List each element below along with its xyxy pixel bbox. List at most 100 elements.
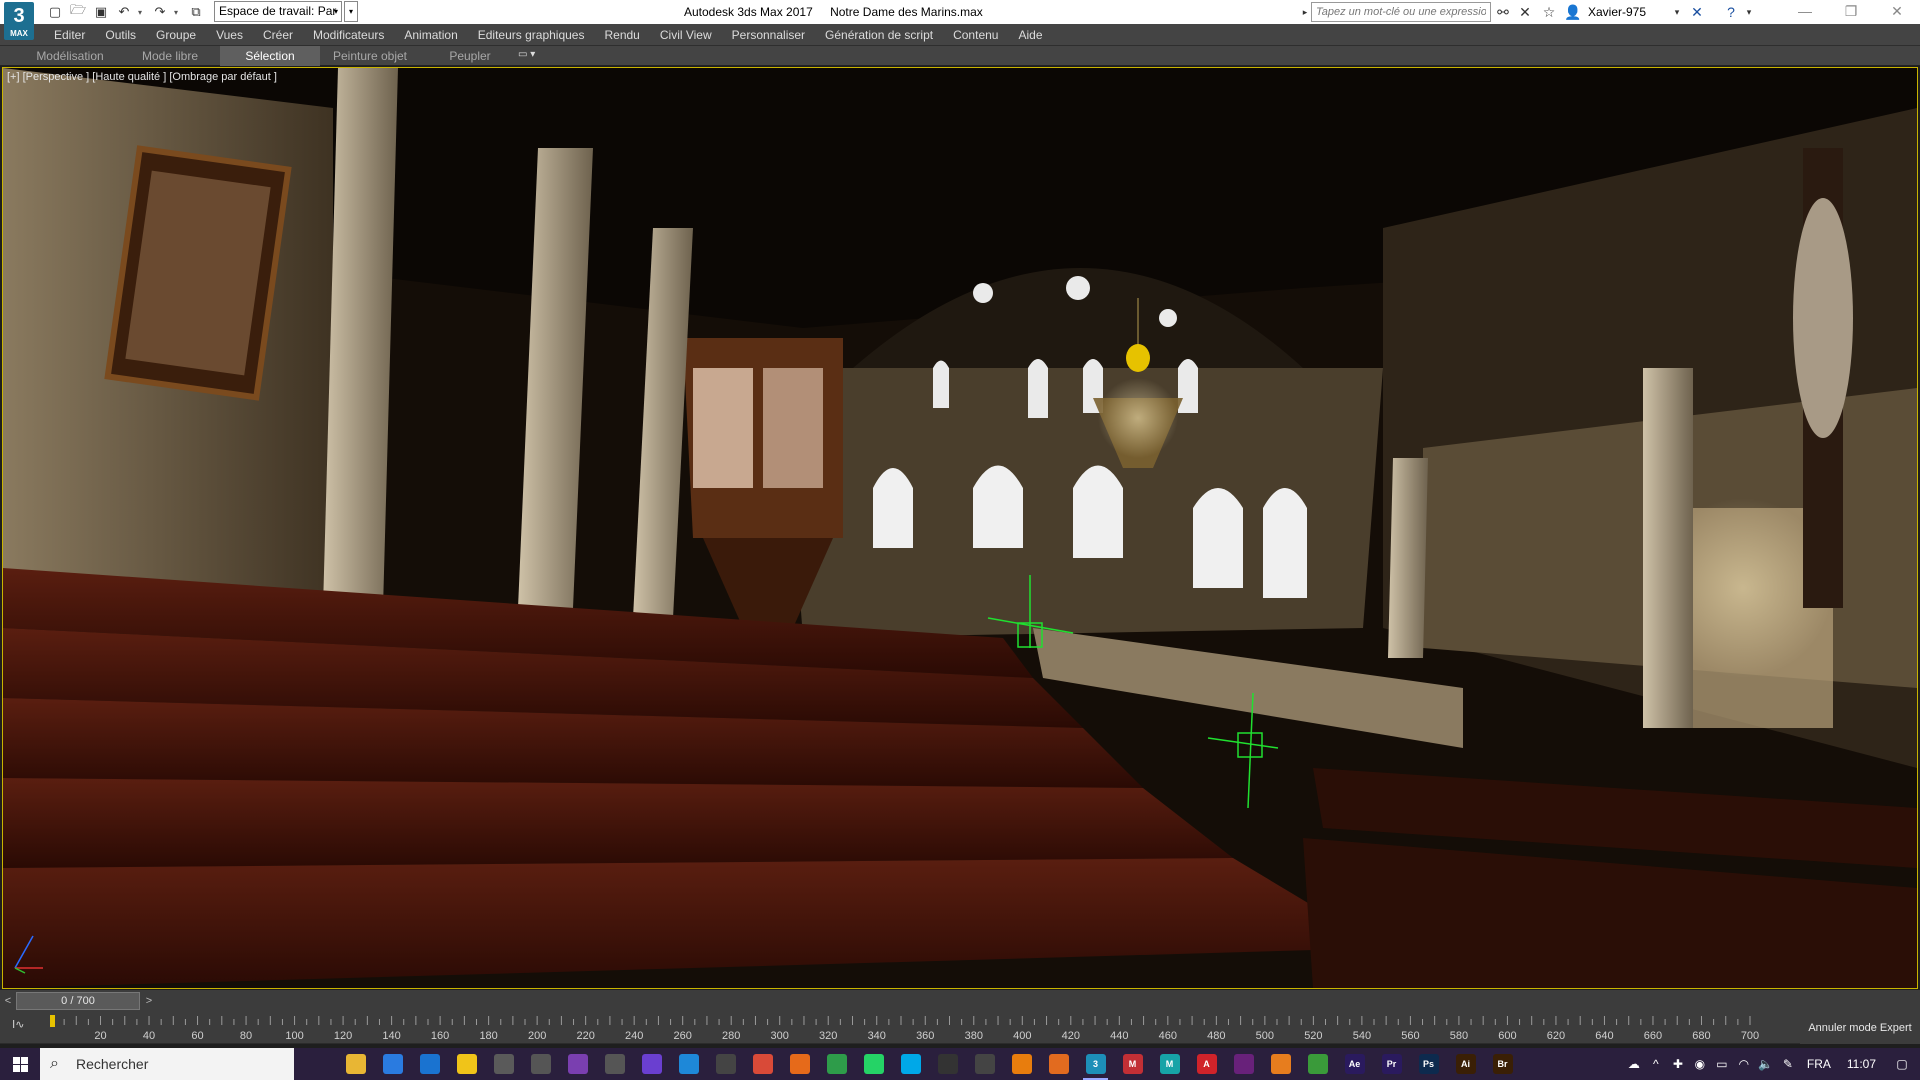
taskbar-app[interactable]: M <box>1114 1048 1151 1080</box>
tools-icon[interactable]: ✕ <box>1516 3 1534 21</box>
exchange-icon[interactable]: ✕ <box>1688 3 1706 21</box>
cancel-expert-mode-button[interactable]: Annuler mode Expert <box>1800 1012 1920 1044</box>
show-hidden-icons-icon[interactable]: ^ <box>1645 1057 1667 1071</box>
taskbar-app[interactable] <box>522 1048 559 1080</box>
taskbar-app[interactable]: Pr <box>1373 1048 1410 1080</box>
undo-icon[interactable]: ↶ <box>115 3 133 21</box>
language-indicator[interactable]: FRA <box>1799 1057 1839 1071</box>
help-dropdown-icon[interactable]: ▾ <box>1740 3 1758 21</box>
tab-mode-libre[interactable]: Mode libre <box>120 46 220 66</box>
user-dropdown-icon[interactable]: ▾ <box>1668 3 1686 21</box>
volume-icon[interactable]: 🔈 <box>1755 1057 1777 1071</box>
wifi-icon[interactable]: ◠ <box>1733 1057 1755 1071</box>
weather-icon[interactable]: ☁ <box>1623 1057 1645 1071</box>
menu-outils[interactable]: Outils <box>95 24 146 46</box>
help-icon[interactable]: ? <box>1722 3 1740 21</box>
taskbar-app[interactable] <box>633 1048 670 1080</box>
taskbar-app[interactable]: 3 <box>1077 1048 1114 1080</box>
taskbar-app[interactable] <box>929 1048 966 1080</box>
taskbar-app[interactable] <box>670 1048 707 1080</box>
taskbar-app[interactable] <box>707 1048 744 1080</box>
project-icon[interactable]: ⧉ <box>187 3 205 21</box>
taskbar-app[interactable]: Ai <box>1447 1048 1484 1080</box>
taskbar-search[interactable]: ⌕ Rechercher <box>40 1048 294 1080</box>
taskbar-app[interactable]: Br <box>1484 1048 1521 1080</box>
redo-dropdown-icon[interactable]: ▾ <box>174 8 182 17</box>
menu-aide[interactable]: Aide <box>1008 24 1052 46</box>
network-app-icon[interactable]: ✚ <box>1667 1057 1689 1071</box>
menu-rendu[interactable]: Rendu <box>594 24 649 46</box>
taskbar-app[interactable] <box>855 1048 892 1080</box>
toolbar-options-icon[interactable]: ▾ <box>344 1 358 22</box>
time-slider[interactable]: < 0 / 700 > <box>0 990 1920 1012</box>
track-bar[interactable]: Ⅰ∿ 20 40 60 80 100 120 140 160 180 200 220 240 260 28… <box>0 1012 1920 1044</box>
app-menu-button[interactable]: 3 MAX <box>4 2 34 40</box>
taskbar-app[interactable]: Ps <box>1410 1048 1447 1080</box>
perspective-viewport[interactable]: [+] [Perspective ] [Haute qualité ] [Omb… <box>2 67 1918 989</box>
save-icon[interactable]: ▣ <box>92 3 110 21</box>
redo-icon[interactable]: ↷ <box>151 3 169 21</box>
minimize-icon[interactable]: — <box>1782 0 1828 24</box>
search-input[interactable] <box>1311 2 1491 22</box>
current-frame-marker[interactable] <box>50 1015 55 1027</box>
taskbar-app[interactable]: Ae <box>1336 1048 1373 1080</box>
menu-personnaliser[interactable]: Personnaliser <box>722 24 815 46</box>
undo-dropdown-icon[interactable]: ▾ <box>138 8 146 17</box>
next-frame-icon[interactable]: > <box>142 993 156 1009</box>
taskbar-app[interactable] <box>337 1048 374 1080</box>
menu-modificateurs[interactable]: Modificateurs <box>303 24 394 46</box>
menu-vues[interactable]: Vues <box>206 24 253 46</box>
menu-editer[interactable]: Editer <box>44 24 95 46</box>
taskbar-app[interactable] <box>1262 1048 1299 1080</box>
tab-modelisation[interactable]: Modélisation <box>20 46 120 66</box>
restore-icon[interactable]: ❐ <box>1828 0 1874 24</box>
taskbar-app[interactable] <box>1040 1048 1077 1080</box>
user-name[interactable]: Xavier-975 <box>1588 5 1646 19</box>
taskbar-app[interactable] <box>892 1048 929 1080</box>
taskbar-app[interactable] <box>966 1048 1003 1080</box>
workspace-select[interactable]: Espace de travail: Par ▾ <box>214 1 342 22</box>
binoculars-icon[interactable]: ⚯ <box>1494 3 1512 21</box>
taskbar-app[interactable] <box>1299 1048 1336 1080</box>
taskbar-app[interactable] <box>448 1048 485 1080</box>
taskbar-app[interactable] <box>559 1048 596 1080</box>
new-file-icon[interactable]: ▢ <box>46 3 64 21</box>
taskbar-app[interactable] <box>744 1048 781 1080</box>
tab-peupler[interactable]: Peupler <box>420 46 520 66</box>
viewport-label[interactable]: [+] [Perspective ] [Haute qualité ] [Omb… <box>7 71 277 83</box>
tab-selection[interactable]: Sélection <box>220 46 320 66</box>
menu-civil-view[interactable]: Civil View <box>650 24 722 46</box>
taskbar-app[interactable] <box>300 1048 337 1080</box>
open-folder-icon[interactable]: 🗁 <box>69 2 87 21</box>
ribbon-options-icon[interactable]: ▭ ▾ <box>518 49 535 60</box>
menu-creer[interactable]: Créer <box>253 24 303 46</box>
menu-animation[interactable]: Animation <box>394 24 467 46</box>
taskbar-app[interactable] <box>596 1048 633 1080</box>
favorites-star-icon[interactable]: ☆ <box>1540 3 1558 21</box>
menu-groupe[interactable]: Groupe <box>146 24 206 46</box>
taskbar-app[interactable] <box>411 1048 448 1080</box>
security-icon[interactable]: ◉ <box>1689 1057 1711 1071</box>
menu-editeurs-graphiques[interactable]: Editeurs graphiques <box>468 24 595 46</box>
taskbar-app[interactable] <box>818 1048 855 1080</box>
time-slider-thumb[interactable]: 0 / 700 <box>16 992 140 1010</box>
start-button[interactable] <box>0 1048 40 1080</box>
pen-icon[interactable]: ✎ <box>1777 1057 1799 1071</box>
taskbar-app[interactable] <box>1003 1048 1040 1080</box>
menu-generation-script[interactable]: Génération de script <box>815 24 943 46</box>
taskbar-app[interactable] <box>485 1048 522 1080</box>
menu-contenu[interactable]: Contenu <box>943 24 1008 46</box>
previous-frame-icon[interactable]: < <box>1 993 15 1009</box>
notifications-icon[interactable]: ▢ <box>1884 1057 1920 1071</box>
tab-peinture-objet[interactable]: Peinture objet <box>320 46 420 66</box>
close-icon[interactable]: ✕ <box>1874 0 1920 24</box>
battery-icon[interactable]: ▭ <box>1711 1057 1733 1071</box>
taskbar-app[interactable] <box>1225 1048 1262 1080</box>
taskbar-app[interactable] <box>374 1048 411 1080</box>
track-ruler[interactable]: 20 40 60 80 100 120 140 160 180 200 220 240 260 280 30… <box>0 1012 1800 1044</box>
taskbar-app[interactable] <box>781 1048 818 1080</box>
taskbar-app[interactable]: A <box>1188 1048 1225 1080</box>
user-icon[interactable]: 👤 <box>1564 3 1582 21</box>
taskbar-app[interactable]: M <box>1151 1048 1188 1080</box>
clock[interactable]: 11:07 <box>1839 1057 1884 1071</box>
